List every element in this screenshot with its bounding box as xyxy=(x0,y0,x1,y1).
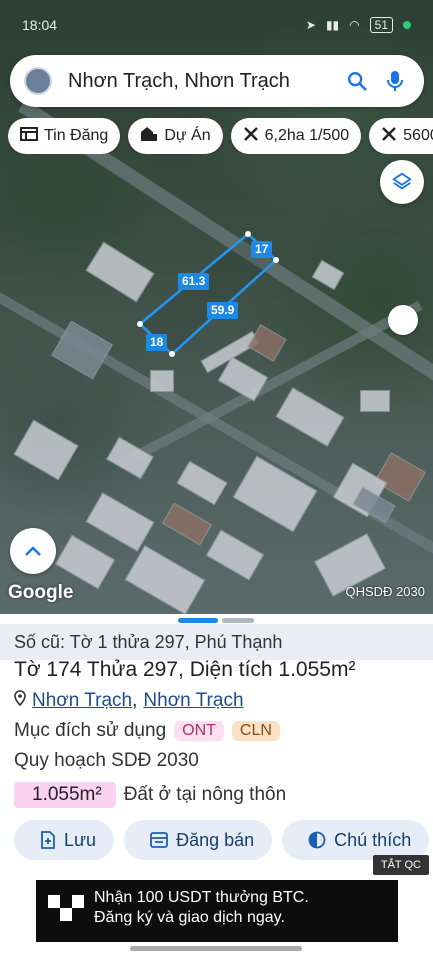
notification-dot-icon xyxy=(403,21,411,29)
dimension-label: 18 xyxy=(146,334,168,351)
status-bar: 18:04 ➤ ▮▮ ◠ 51 xyxy=(0,0,433,50)
location-row: Nhơn Trạch, Nhơn Trạch xyxy=(14,690,244,712)
area-badge: 1.055m² xyxy=(14,782,116,808)
status-time: 18:04 xyxy=(22,17,58,33)
ad-line: Nhận 100 USDT thưởng BTC. xyxy=(94,889,309,906)
status-icons: ➤ ▮▮ ◠ 51 xyxy=(306,17,411,33)
map-control-button[interactable] xyxy=(388,305,418,335)
chip-label: 6,2ha 1/500 xyxy=(264,127,350,144)
search-bar[interactable]: Nhơn Trạch, Nhơn Trạch xyxy=(10,55,424,107)
area-row: 1.055m² Đất ở tại nông thôn xyxy=(14,782,286,808)
layers-icon xyxy=(392,172,412,190)
dimension-label: 17 xyxy=(251,241,273,258)
post-icon xyxy=(150,832,168,848)
action-buttons: Lưu Đăng bán Chú thích xyxy=(14,820,433,860)
dimension-label: 59.9 xyxy=(207,302,239,319)
land-use-row: Mục đích sử dụng ONT CLN xyxy=(14,720,280,742)
add-file-icon xyxy=(41,831,55,849)
chip-label: 5600m xyxy=(403,127,433,144)
save-label: Lưu xyxy=(64,829,97,850)
close-ad-button[interactable]: TẮT QC xyxy=(372,855,429,875)
parcel-title: Tờ 174 Thửa 297, Diện tích 1.055m² xyxy=(14,658,356,681)
chip-project-size[interactable]: 5600m xyxy=(369,118,433,154)
district-link[interactable]: Nhơn Trạch xyxy=(32,690,132,712)
google-attribution: Google xyxy=(8,582,74,603)
dimension-label: 61.3 xyxy=(178,273,210,290)
chip-label: Tin Đăng xyxy=(44,127,109,144)
layer-label: QHSDĐ 2030 xyxy=(345,584,425,599)
search-input[interactable]: Nhơn Trạch, Nhơn Trạch xyxy=(68,70,334,93)
avatar[interactable] xyxy=(24,67,52,95)
post-label: Đăng bán xyxy=(176,829,255,850)
ad-text: Nhận 100 USDT thưởng BTC. Đăng ký và gia… xyxy=(94,888,309,928)
area-description: Đất ở tại nông thôn xyxy=(123,784,287,805)
ruler-icon xyxy=(243,126,259,147)
filter-chips: Tin Đăng Dự Án 6,2ha 1/500 5600m xyxy=(8,118,433,154)
legend-button[interactable]: Chú thích xyxy=(282,820,430,860)
ad-banner[interactable]: Nhận 100 USDT thưởng BTC. Đăng ký và gia… xyxy=(36,880,398,936)
chip-project-area[interactable]: 6,2ha 1/500 xyxy=(230,118,362,154)
ad-disclaimer xyxy=(36,936,398,942)
chip-du-an[interactable]: Dự Án xyxy=(128,118,223,154)
chip-tin-dang[interactable]: Tin Đăng xyxy=(8,118,121,154)
location-pin-icon xyxy=(14,690,26,712)
old-parcel-info: Số cũ: Tờ 1 thửa 297, Phú Thạnh xyxy=(0,624,433,660)
microphone-icon[interactable] xyxy=(380,66,410,96)
contrast-icon xyxy=(308,831,326,849)
okx-logo xyxy=(48,895,84,921)
gesture-navigation-bar[interactable] xyxy=(130,946,302,951)
expand-up-button[interactable] xyxy=(10,528,56,574)
location-icon: ➤ xyxy=(305,18,316,32)
save-button[interactable]: Lưu xyxy=(14,820,115,860)
ruler-icon xyxy=(381,126,397,147)
legend-label: Chú thích xyxy=(334,829,412,850)
listing-icon xyxy=(20,126,38,147)
location-separator: , xyxy=(132,690,138,711)
parcel-info-sheet: Số cũ: Tờ 1 thửa 297, Phú Thạnh Tờ 174 T… xyxy=(0,614,433,960)
chip-label: Dự Án xyxy=(164,127,211,144)
land-use-tag[interactable]: ONT xyxy=(174,721,224,741)
land-use-tag[interactable]: CLN xyxy=(231,721,280,741)
wifi-icon: ◠ xyxy=(349,18,360,32)
project-icon xyxy=(140,126,158,147)
layers-button[interactable] xyxy=(380,160,424,204)
signal-icon: ▮▮ xyxy=(325,18,340,32)
ad-line: Đăng ký và giao dịch ngay. xyxy=(94,909,285,926)
search-icon[interactable] xyxy=(342,66,372,96)
post-for-sale-button[interactable]: Đăng bán xyxy=(124,820,273,860)
chevron-up-icon xyxy=(25,546,41,556)
land-use-label: Mục đích sử dụng xyxy=(14,720,167,741)
ward-link[interactable]: Nhơn Trạch xyxy=(143,690,243,712)
plan-label: Quy hoạch SDĐ 2030 xyxy=(14,750,199,771)
battery-icon: 51 xyxy=(369,17,393,33)
